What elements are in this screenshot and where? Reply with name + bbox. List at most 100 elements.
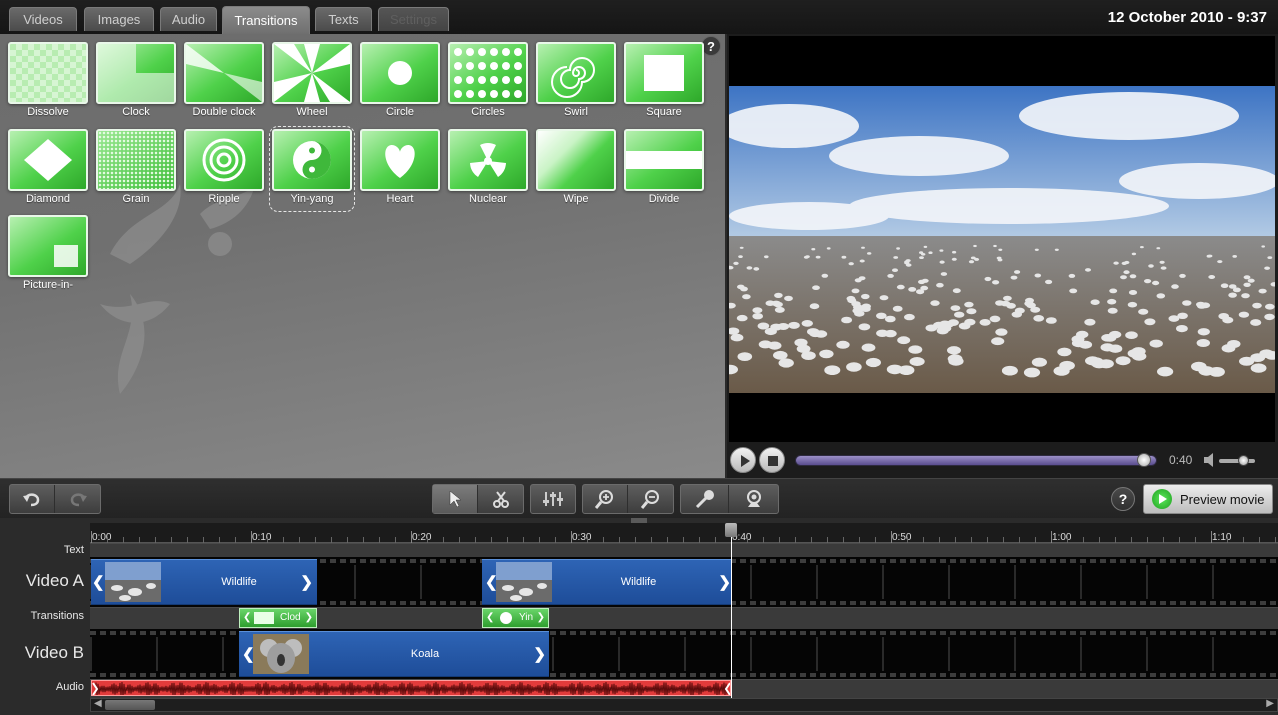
divide-icon [624,129,704,191]
zoom-out-button[interactable] [628,485,673,513]
volume-icon[interactable] [1203,451,1217,469]
clip-trim-right-icon[interactable]: ❯ [533,645,546,663]
video-clip-koala[interactable]: ❮ Koala ❯ [239,631,549,677]
top-bar: Videos Images Audio Transitions Texts Se… [0,0,1278,34]
transition-tile-square[interactable]: Square [624,42,704,122]
transition-clip-clock[interactable]: ❮ Clod ❯ [239,608,317,628]
film-frame-divider [1080,565,1082,599]
transition-tile-ripple[interactable]: Ripple [184,129,264,209]
clip-trim-left-icon[interactable]: ❮ [486,609,494,627]
webcam-icon [746,490,761,507]
tool-mode-group [432,484,524,514]
playhead-handle[interactable] [725,523,737,537]
transition-tile-grain[interactable]: Grain [96,129,176,209]
transition-tile-wipe[interactable]: Wipe [536,129,616,209]
volume-slider[interactable] [1219,455,1255,466]
scrollbar-thumb[interactable] [105,700,155,710]
progress-knob[interactable] [1136,453,1151,467]
transition-label: Diamond [25,193,71,205]
video-clip-wildlife-2[interactable]: ❮ Wildlife ❯ [482,559,731,605]
transition-tile-circles[interactable]: Circles [448,42,528,122]
zoom-in-button[interactable] [583,485,628,513]
transition-label: Divide [648,193,680,205]
audio-clip[interactable] [91,680,731,696]
transition-tile-picture-in-picture[interactable]: Picture-in- [8,215,88,295]
transition-label: Nuclear [469,193,507,205]
transition-tile-swirl[interactable]: Swirl [536,42,616,122]
transition-label: Picture-in- [22,279,74,291]
track-label-text: Text [63,544,84,556]
record-voice-button[interactable] [681,485,729,513]
transition-tile-clock[interactable]: Clock [96,42,176,122]
record-webcam-button[interactable] [729,485,778,513]
scroll-right-icon[interactable]: ▶ [1266,698,1274,709]
clip-trim-left-icon[interactable]: ❮ [243,609,251,627]
transition-tile-double-clock[interactable]: Double clock [184,42,264,122]
transition-label: Swirl [564,106,588,118]
film-frame-divider [552,637,554,671]
playback-time: 0:40 [1169,453,1193,467]
scroll-left-icon[interactable]: ◀ [94,698,102,709]
double-clock-icon [184,42,264,104]
timeline: 0:00 0:10 0:20 0:30 0:40 0:50 1:00 1:10 Text Vi… [0,518,1278,715]
heart-icon [360,129,440,191]
transition-tile-dissolve[interactable]: Dissolve [8,42,88,122]
transition-tile-yin-yang[interactable]: Yin-yang [269,126,355,212]
select-tool-button[interactable] [433,485,478,513]
tab-images[interactable]: Images [84,7,154,31]
redo-button[interactable] [55,485,100,513]
transition-clip-yin-yang[interactable]: ❮ Yin ❯ [482,608,549,628]
clock-icon [254,612,274,624]
tab-transitions[interactable]: Transitions [222,6,310,34]
transitions-help-button[interactable]: ? [701,36,721,56]
transition-tile-divide[interactable]: Divide [624,129,704,209]
adjust-settings-button[interactable] [531,485,575,513]
transition-label: Circles [471,106,505,118]
help-button[interactable]: ? [1111,487,1135,511]
transition-tile-diamond[interactable]: Diamond [8,129,88,209]
player-controls: 0:40 [727,446,1278,476]
film-frame-divider [948,637,950,671]
film-frame-divider [1146,637,1148,671]
clip-trim-right-icon[interactable]: ❯ [305,609,313,627]
transition-tile-heart[interactable]: Heart [360,129,440,209]
film-frame-divider [684,637,686,671]
volume-knob[interactable] [1237,455,1249,466]
tab-audio[interactable]: Audio [160,7,217,31]
cut-tool-button[interactable] [478,485,523,513]
transition-tile-circle[interactable]: Circle [360,42,440,122]
adjust-group [530,484,576,514]
film-frame-divider [90,637,92,671]
video-clip-wildlife-1[interactable]: ❮ Wildlife ❯ [91,559,317,605]
clip-trim-right-icon[interactable]: ❯ [300,573,313,591]
play-circle-icon [1152,489,1172,509]
tab-videos[interactable]: Videos [9,7,77,31]
transition-label: Wheel [296,106,328,118]
film-frame-divider [1014,637,1016,671]
playback-progress-bar[interactable] [795,453,1157,467]
transition-tile-wheel[interactable]: Wheel [272,42,352,122]
transition-clip-label: Clod [280,612,301,623]
stop-button[interactable] [759,447,785,473]
ruler-tick-label: 1:00 [1052,532,1072,543]
transition-tile-nuclear[interactable]: Nuclear [448,129,528,209]
text-track[interactable] [90,543,1278,557]
preview-movie-button[interactable]: Preview movie [1143,484,1273,514]
clip-trim-right-icon[interactable]: ❯ [718,573,731,591]
film-frame-divider [750,637,752,671]
square-icon [624,42,704,104]
timeline-scrollbar[interactable]: ◀ ▶ [90,698,1278,712]
undo-redo-group [9,484,101,514]
clip-trim-right-icon[interactable]: ❯ [537,609,545,627]
ruler-tick-label: 0:10 [252,532,272,543]
transition-label: Yin-yang [290,193,334,205]
film-frame-divider [750,565,752,599]
tab-texts[interactable]: Texts [315,7,372,31]
time-ruler[interactable]: 0:00 0:10 0:20 0:30 0:40 0:50 1:00 1:10 [90,523,1278,543]
timeline-toolbar: ? Preview movie [0,478,1278,518]
undo-button[interactable] [10,485,55,513]
video-preview [729,36,1275,442]
play-button[interactable] [730,447,756,473]
transition-label: Ripple [208,193,240,205]
dissolve-icon [8,42,88,104]
